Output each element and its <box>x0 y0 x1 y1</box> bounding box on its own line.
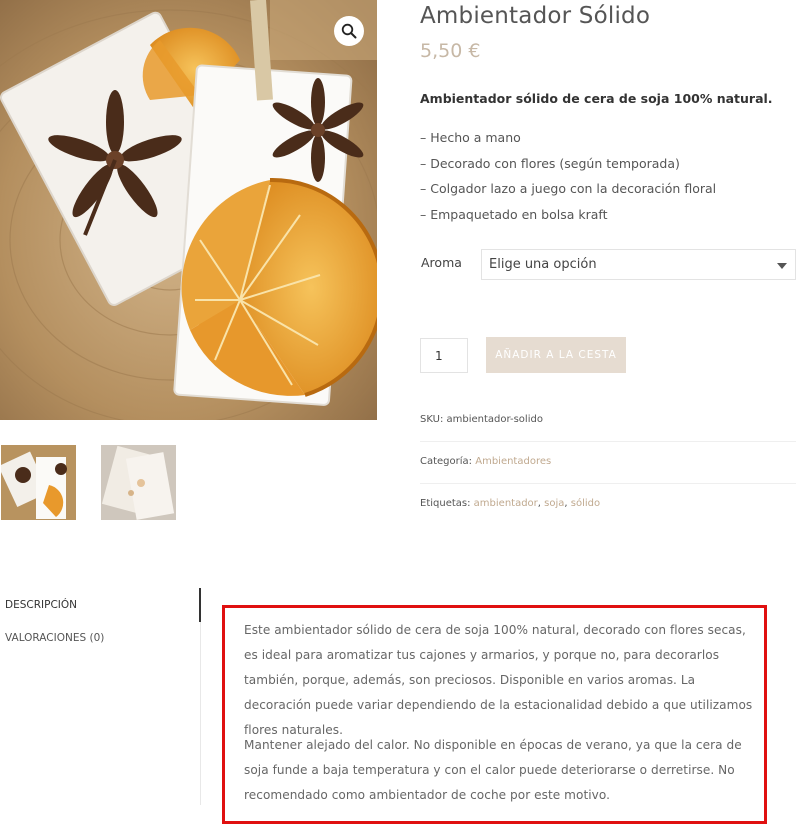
tag-link[interactable]: sólido <box>571 498 600 509</box>
description-paragraph: Mantener alejado del calor. No disponibl… <box>244 738 742 802</box>
description-panel: Este ambientador sólido de cera de soja … <box>222 605 767 824</box>
quantity-input[interactable] <box>420 338 468 373</box>
category-row: Categoría: Ambientadores <box>420 456 796 467</box>
thumbnail-image <box>101 445 176 520</box>
category-link[interactable]: Ambientadores <box>475 456 551 467</box>
short-description: Ambientador sólido de cera de soja 100% … <box>420 91 773 106</box>
product-photo <box>0 0 377 420</box>
sku-value: ambientador-solido <box>446 414 543 425</box>
tab-description[interactable]: DESCRIPCIÓN <box>5 599 77 611</box>
chevron-down-icon <box>777 263 787 269</box>
product-price: 5,50 € <box>420 40 481 62</box>
tag-link[interactable]: ambientador <box>474 498 538 509</box>
gallery-thumbnail-2[interactable] <box>101 445 176 520</box>
tag-link[interactable]: soja <box>544 498 564 509</box>
gallery-thumbnail-1[interactable] <box>1 445 76 520</box>
feature-item: Colgador lazo a juego con la decoración … <box>420 179 716 205</box>
aroma-select[interactable]: Elige una opción <box>481 249 796 280</box>
description-paragraph: Este ambientador sólido de cera de soja … <box>244 623 753 737</box>
aroma-label: Aroma <box>421 255 462 270</box>
thumbnail-image <box>1 445 76 520</box>
aroma-select-value: Elige una opción <box>489 257 597 272</box>
sku-row: SKU: ambientador-solido <box>420 414 796 425</box>
product-main-image[interactable] <box>0 0 377 420</box>
feature-list: Hecho a mano Decorado con flores (según … <box>420 128 716 230</box>
feature-item: Decorado con flores (según temporada) <box>420 154 716 180</box>
feature-item: Hecho a mano <box>420 128 716 154</box>
meta-divider <box>420 483 796 484</box>
meta-divider <box>420 441 796 442</box>
add-to-cart-button[interactable]: AÑADIR A LA CESTA <box>486 337 626 373</box>
zoom-button[interactable] <box>334 16 364 46</box>
tags-label: Etiquetas: <box>420 498 471 509</box>
sku-label: SKU: <box>420 414 444 425</box>
product-title: Ambientador Sólido <box>420 3 651 29</box>
tab-reviews[interactable]: VALORACIONES (0) <box>5 632 104 644</box>
product-tabs: DESCRIPCIÓN VALORACIONES (0) <box>0 588 201 805</box>
magnifier-icon <box>341 23 357 39</box>
category-label: Categoría: <box>420 456 473 467</box>
feature-item: Empaquetado en bolsa kraft <box>420 205 716 231</box>
active-tab-indicator <box>199 588 201 622</box>
tags-row: Etiquetas: ambientador, soja, sólido <box>420 498 601 509</box>
